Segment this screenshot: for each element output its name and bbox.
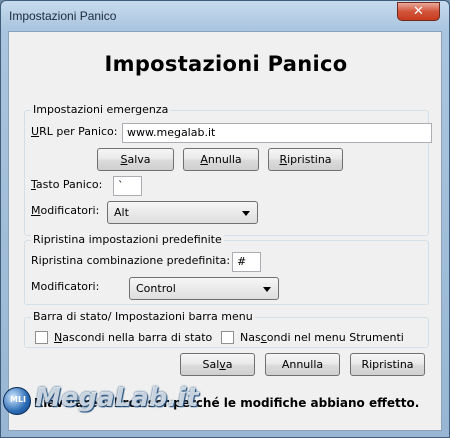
url-label: URL per Panico: xyxy=(31,125,118,138)
default-modifiers-label: Modificatori: xyxy=(31,280,100,293)
restore-button[interactable]: Ripristina xyxy=(268,148,343,171)
watermark-brand: MegaLab.it xyxy=(35,383,199,413)
modifiers-label: Modificatori: xyxy=(31,204,100,217)
default-modifiers-selected-value: Control xyxy=(136,282,176,295)
save-button[interactable]: Salva xyxy=(97,148,174,171)
default-settings-legend: Ripristina impostazioni predefinite xyxy=(31,233,224,246)
chevron-down-icon xyxy=(242,211,250,216)
chevron-down-icon xyxy=(263,287,271,292)
default-modifiers-select[interactable]: Control xyxy=(129,277,279,300)
emergency-settings-legend: Impostazioni emergenza xyxy=(31,103,171,116)
statusbar-settings-legend: Barra di stato/ Impostazioni barra menu xyxy=(31,310,255,323)
hide-statusbar-checkbox[interactable] xyxy=(35,331,48,344)
hide-tools-menu-checkbox[interactable] xyxy=(221,331,234,344)
modifiers-select[interactable]: Alt xyxy=(107,201,258,224)
default-combo-input[interactable]: # xyxy=(232,252,261,272)
hide-statusbar-label[interactable]: Nascondi nella barra di stato xyxy=(54,331,212,344)
close-button[interactable]: ✕ xyxy=(397,2,440,21)
page-title: Impostazioni Panico xyxy=(104,52,348,76)
window-title: Impostazioni Panico xyxy=(9,9,117,23)
panic-key-input[interactable]: ` xyxy=(113,176,142,196)
title-bar[interactable]: Impostazioni Panico ✕ xyxy=(1,1,449,31)
watermark-badge: MLI xyxy=(10,395,27,404)
panic-url-input[interactable]: www.megalab.it xyxy=(122,123,432,143)
default-combo-label: Ripristina combinazione predefinita: xyxy=(31,254,231,267)
hide-tools-menu-label[interactable]: Nascondi nel menu Strumenti xyxy=(240,331,404,344)
cancel-button[interactable]: Annulla xyxy=(183,148,259,171)
bottom-save-button[interactable]: Sal v a xyxy=(180,353,255,376)
modifiers-selected-value: Alt xyxy=(114,206,129,219)
bottom-restore-button[interactable]: Ripristina xyxy=(350,353,425,376)
dialog-client-area: Impostazioni Panico Impostazioni emergen… xyxy=(8,31,442,431)
dialog-window: Impostazioni Panico ✕ Impostazioni Panic… xyxy=(0,0,450,438)
close-icon: ✕ xyxy=(413,4,424,19)
panic-key-label: Tasto Panico: xyxy=(31,178,103,191)
bottom-cancel-button[interactable]: Annulla xyxy=(265,353,340,376)
megalab-watermark: MLI MegaLab.it xyxy=(1,379,199,415)
